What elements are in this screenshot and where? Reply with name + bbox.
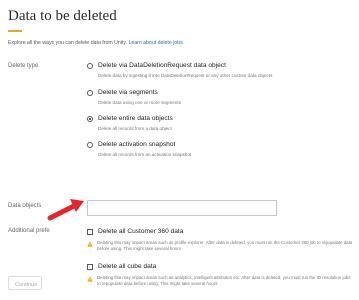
data-objects-label: Data objects xyxy=(8,203,42,209)
intro-description: Explore all the ways you can delete data… xyxy=(8,40,127,46)
delete-type-label: Delete type xyxy=(8,63,39,69)
radio-label: Delete activation snapshot xyxy=(98,141,176,148)
title-accent-bar xyxy=(8,30,22,32)
page-title: Data to be deleted xyxy=(8,8,117,24)
checkbox[interactable] xyxy=(87,264,93,270)
radio-button-selected[interactable] xyxy=(87,116,93,122)
checkbox-label: Delete all Customer 360 data xyxy=(98,228,184,235)
radio-label: Delete entire data objects xyxy=(98,115,173,122)
checkbox-label: Delete all cube data xyxy=(98,263,157,270)
additional-preferences-label: Additional prefe xyxy=(8,228,50,234)
warning-text: Deleting this may impact areas such as p… xyxy=(97,240,353,251)
continue-button[interactable]: Continue xyxy=(8,276,42,290)
intro-text: Explore all the ways you can delete data… xyxy=(8,40,183,46)
warning-text: Deleting this may impact areas such as a… xyxy=(97,275,351,286)
data-objects-input[interactable] xyxy=(87,200,277,216)
radio-button[interactable] xyxy=(87,63,93,69)
checkbox[interactable] xyxy=(87,229,93,235)
radio-label: Delete via segments xyxy=(98,89,158,96)
radio-description: Delete data using one or more segments xyxy=(98,100,181,105)
radio-button[interactable] xyxy=(87,90,93,96)
radio-button[interactable] xyxy=(87,142,93,148)
radio-description: Delete data by ingesting it into DataDel… xyxy=(98,73,273,78)
radio-description: Delete all records from a data object xyxy=(98,126,172,131)
warning-icon xyxy=(87,241,93,247)
learn-delete-jobs-link[interactable]: Learn about delete jobs xyxy=(128,40,182,46)
warning-icon xyxy=(87,276,93,282)
red-arrow-annotation-icon xyxy=(47,199,84,221)
radio-label: Delete via DataDeletionRequest data obje… xyxy=(98,62,226,69)
radio-description: Delete all records from an activation sn… xyxy=(98,152,192,157)
